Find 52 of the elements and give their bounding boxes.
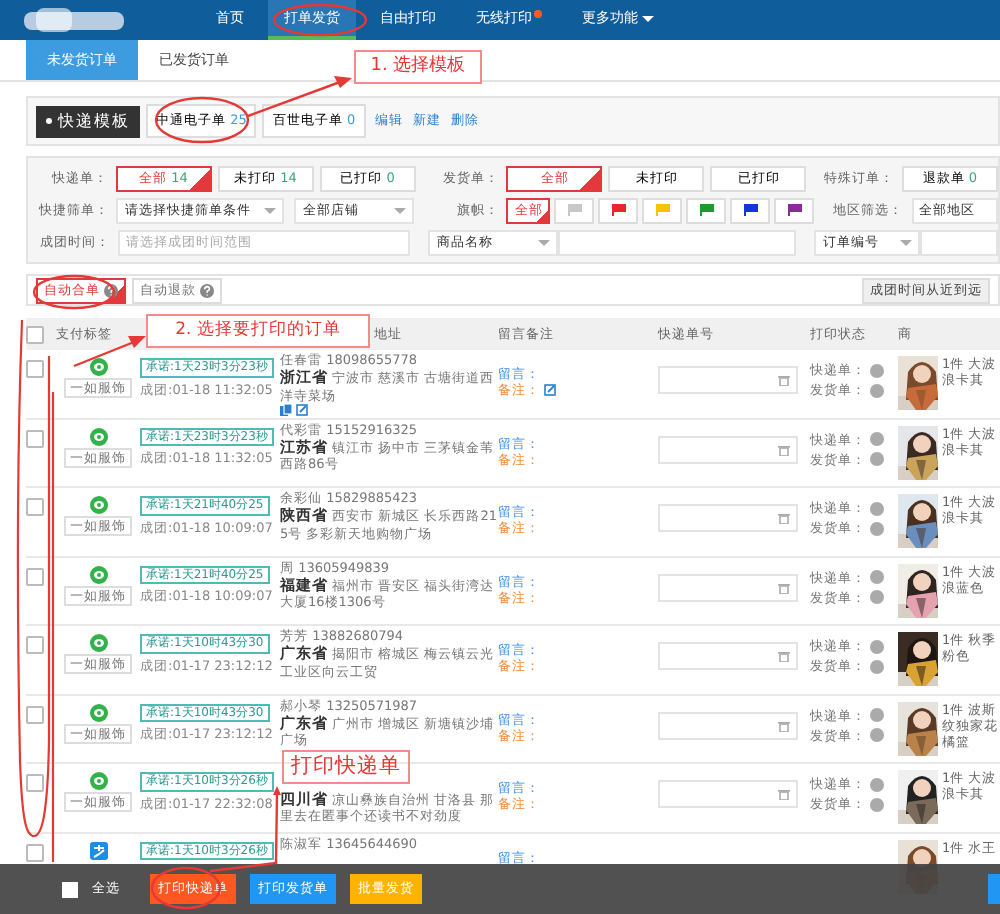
- select-all-checkbox[interactable]: [62, 881, 78, 897]
- payment-icon: [89, 841, 107, 859]
- chat-icon: [89, 427, 107, 445]
- annotation-label: 2. 选择要打印的订单: [146, 314, 370, 348]
- flag-filter[interactable]: [730, 197, 771, 223]
- tracking-number-field[interactable]: [658, 711, 798, 739]
- tracking-number-field[interactable]: [658, 573, 798, 601]
- tracking-number-field[interactable]: [658, 642, 798, 670]
- checkbox[interactable]: [26, 843, 44, 861]
- checkbox[interactable]: [26, 325, 44, 343]
- checkbox[interactable]: [26, 498, 44, 516]
- trash-icon: [778, 581, 790, 593]
- flag-filter[interactable]: [598, 197, 639, 223]
- tracking-number-field[interactable]: [658, 435, 798, 463]
- chat-icon: [89, 703, 107, 721]
- checkbox[interactable]: [26, 705, 44, 723]
- help-icon: [200, 283, 214, 297]
- chat-icon: [89, 358, 107, 376]
- annotation-label: 打印快递单: [282, 750, 410, 784]
- checkbox[interactable]: [26, 774, 44, 792]
- checkbox[interactable]: [26, 360, 44, 378]
- trash-icon: [778, 788, 790, 800]
- annotation-ellipse: [272, 3, 368, 37]
- trash-icon: [778, 650, 790, 662]
- flag-filter[interactable]: [686, 197, 727, 223]
- tracking-number-field[interactable]: [658, 780, 798, 808]
- tracking-number-field[interactable]: [658, 366, 798, 394]
- template-title-text: 快递模板: [58, 111, 130, 131]
- annotation-label: 1. 选择模板: [354, 50, 482, 84]
- checkbox[interactable]: [26, 567, 44, 585]
- checkbox[interactable]: [26, 636, 44, 654]
- bullet-icon: [46, 118, 52, 124]
- flag-filter[interactable]: [774, 197, 815, 223]
- chat-icon: [89, 634, 107, 652]
- trash-icon: [778, 443, 790, 455]
- help-icon: [104, 283, 118, 297]
- chat-icon: [89, 772, 107, 790]
- trash-icon: [778, 512, 790, 524]
- checkbox[interactable]: [26, 429, 44, 447]
- edit-icon: [296, 403, 308, 416]
- annotation-ellipse: [154, 96, 250, 144]
- trash-icon: [778, 719, 790, 731]
- tracking-number-field[interactable]: [658, 504, 798, 532]
- chat-icon: [89, 496, 107, 514]
- product-name-field[interactable]: [557, 229, 796, 255]
- annotation-arrow: [73, 336, 146, 368]
- logo-icon: [24, 8, 124, 32]
- annotation-arrow: [209, 786, 281, 873]
- order-number-field[interactable]: [919, 229, 999, 255]
- trash-icon: [778, 374, 790, 386]
- chat-icon: [89, 565, 107, 583]
- annotation-ellipse: [32, 274, 116, 310]
